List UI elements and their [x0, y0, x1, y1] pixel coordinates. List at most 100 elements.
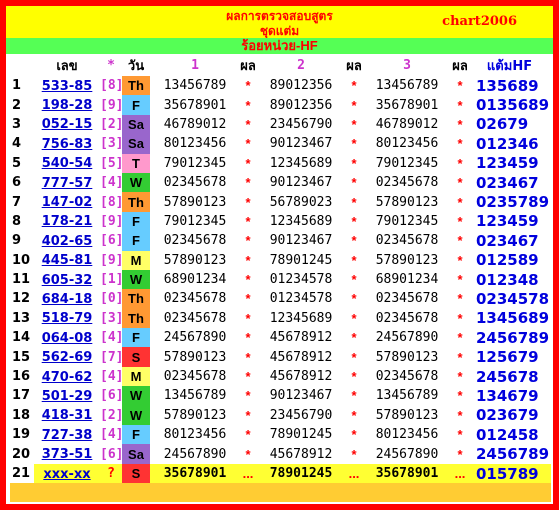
- row-number: 14: [12, 330, 31, 346]
- row-lek-link: 518-79: [34, 309, 100, 328]
- lek-link[interactable]: xxx-xx: [43, 467, 90, 482]
- lek-link[interactable]: 684-18: [42, 292, 93, 307]
- row-hf: 2456789: [476, 328, 550, 347]
- row-result-2: *: [351, 407, 357, 423]
- row-day: F: [122, 211, 150, 232]
- col-day-header: วัน: [122, 55, 150, 76]
- row-number: 4: [12, 136, 22, 152]
- row-number: 3: [12, 116, 22, 132]
- lek-link[interactable]: 373-51: [42, 447, 93, 462]
- row-result-2: *: [351, 233, 357, 249]
- row-hf: 0235789: [476, 193, 550, 212]
- row-lek-link: 445-81: [34, 251, 100, 270]
- row-result-3: *: [457, 427, 463, 443]
- table-row: 8 178-21 [9] F 79012345 * 12345689 * 79012345 * 12…: [10, 211, 551, 232]
- lek-link[interactable]: 756-83: [42, 137, 93, 152]
- row-day: Th: [122, 76, 150, 96]
- row-hf: 023467: [476, 231, 539, 250]
- row-value-2: 12345689: [269, 213, 333, 229]
- col-result3-header: ผล: [452, 55, 468, 76]
- lek-link[interactable]: 727-38: [42, 428, 93, 443]
- row-value-1: 02345678: [163, 175, 227, 191]
- row-result-2: *: [351, 155, 357, 171]
- row-number: 5: [12, 155, 22, 171]
- row-value-2: 23456790: [269, 407, 333, 423]
- lek-link[interactable]: 064-08: [42, 331, 93, 346]
- col-result2-header: ผล: [346, 55, 362, 76]
- row-value-3: 35678901: [375, 97, 439, 113]
- row-lek-link: 533-85: [34, 76, 100, 95]
- row-hf: 245678: [476, 367, 539, 386]
- row-value-2: 90123467: [269, 136, 333, 152]
- lek-link[interactable]: 501-29: [42, 389, 93, 404]
- row-value-2: 78901245: [269, 252, 333, 268]
- row-result-3: *: [457, 213, 463, 229]
- lek-link[interactable]: 178-21: [42, 214, 93, 229]
- row-value-1: 02345678: [163, 291, 227, 307]
- table-row: 14 064-08 [4] F 24567890 * 45678912 * 24567890 * 2…: [10, 328, 551, 348]
- row-lek-link: 470-62: [34, 367, 100, 386]
- row-value-1: 80123456: [163, 427, 227, 443]
- row-lek-link: 684-18: [34, 289, 100, 308]
- row-bracket: [6]: [100, 233, 122, 249]
- row-value-3: 57890123: [375, 349, 439, 365]
- row-result-1: *: [245, 369, 251, 385]
- row-hf: 02679: [476, 115, 529, 134]
- lek-link[interactable]: 402-65: [42, 234, 93, 249]
- row-result-1: *: [245, 349, 251, 365]
- row-lek-link: 064-08: [34, 328, 100, 347]
- row-value-2: 89012356: [269, 97, 333, 113]
- lek-link[interactable]: 605-32: [42, 273, 93, 288]
- row-lek-link: 373-51: [34, 444, 100, 463]
- lek-link[interactable]: 777-57: [42, 176, 93, 191]
- lek-link[interactable]: 418-31: [42, 408, 93, 423]
- row-bracket: [4]: [100, 369, 122, 385]
- row-bracket: [3]: [100, 136, 122, 152]
- row-number: 10: [12, 252, 31, 268]
- row-day: F: [122, 425, 150, 445]
- row-number: 21: [10, 463, 34, 484]
- row-result-2: *: [351, 213, 357, 229]
- row-lek-link: 777-57: [34, 173, 100, 192]
- row-result-2: *: [351, 272, 357, 288]
- row-value-3: 80123456: [375, 427, 439, 443]
- row-lek-link: 605-32: [34, 270, 100, 289]
- row-value-3: 13456789: [375, 388, 439, 404]
- lek-link[interactable]: 198-28: [42, 98, 93, 113]
- row-number: 20: [12, 446, 31, 462]
- lek-link[interactable]: 147-02: [42, 195, 93, 210]
- lek-link[interactable]: 562-69: [42, 350, 93, 365]
- row-value-3: 02345678: [375, 291, 439, 307]
- row-result-3: *: [457, 330, 463, 346]
- col-number-header: [10, 55, 34, 76]
- row-number: 16: [12, 369, 31, 385]
- row-value-1: 02345678: [163, 369, 227, 385]
- row-value-3: 57890123: [375, 407, 439, 423]
- lek-link[interactable]: 470-62: [42, 370, 93, 385]
- row-value-3: 24567890: [375, 446, 439, 462]
- table-row: 5 540-54 [5] T 79012345 * 12345689 * 79012345 * 12…: [10, 153, 551, 173]
- lek-link[interactable]: 445-81: [42, 253, 93, 268]
- table-row: 20 373-51 [6] Sa 24567890 * 45678912 * 24567890 *…: [10, 444, 551, 464]
- row-bracket: [2]: [100, 116, 122, 132]
- row-result-3: *: [457, 252, 463, 268]
- row-value-1: 57890123: [163, 252, 227, 268]
- lek-link[interactable]: 533-85: [42, 79, 93, 94]
- row-value-1: 35678901: [163, 97, 227, 113]
- row-value-1: 46789012: [163, 116, 227, 132]
- table-row: 21 xxx-xx? S 35678901... 78901245... 35678901…: [10, 463, 551, 484]
- row-hf: 123459: [476, 154, 539, 173]
- row-day: W: [122, 386, 150, 406]
- lek-link[interactable]: 540-54: [42, 156, 93, 171]
- row-value-1: 57890123: [163, 194, 227, 210]
- row-number: 6: [12, 175, 22, 191]
- row-result-1: *: [245, 427, 251, 443]
- row-bracket: [9]: [100, 97, 122, 113]
- lek-link[interactable]: 052-15: [42, 117, 93, 132]
- row-value-1: 02345678: [163, 233, 227, 249]
- row-day: Th: [122, 192, 150, 212]
- row-number: 11: [12, 272, 31, 288]
- lek-link[interactable]: 518-79: [42, 311, 93, 326]
- table-row: 3 052-15 [2] Sa 46789012 * 23456790 * 46789012 * 0…: [10, 114, 551, 135]
- row-value-3: 02345678: [375, 175, 439, 191]
